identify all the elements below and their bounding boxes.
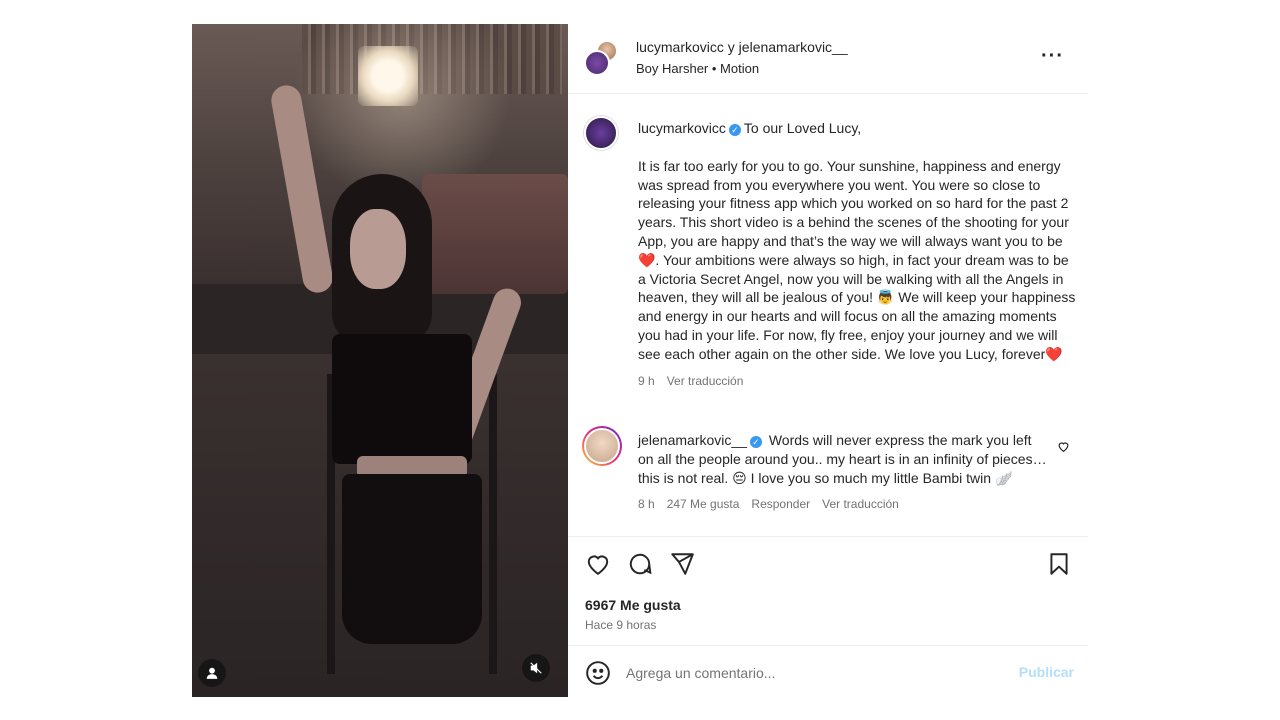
add-comment-bar: Publicar	[568, 645, 1088, 697]
post-authors[interactable]: lucymarkovicc y jelenamarkovic__	[636, 39, 848, 55]
caption-time: 9 h	[638, 373, 655, 388]
comment-button[interactable]	[627, 551, 653, 577]
video-frame	[192, 24, 568, 697]
like-comment-button[interactable]	[1057, 440, 1070, 456]
smiley-icon	[586, 661, 610, 685]
avatar[interactable]	[584, 116, 618, 150]
caption-username[interactable]: lucymarkovicc	[638, 120, 726, 136]
comment-bubble-icon	[629, 553, 652, 575]
speaker-muted-icon	[530, 662, 542, 674]
avatar	[584, 50, 610, 76]
comment-input[interactable]	[626, 661, 1006, 685]
caption-first-line: To our Loved Lucy,	[743, 120, 862, 136]
more-options-button[interactable]: ···	[1041, 46, 1064, 66]
post-actions: 6967 Me gusta Hace 9 horas	[568, 536, 1088, 646]
caption-text: It is far too early for you to go. Your …	[638, 157, 1076, 362]
audio-track[interactable]: Boy Harsher • Motion	[636, 61, 759, 76]
save-button[interactable]	[1046, 551, 1072, 577]
heart-icon	[1058, 442, 1069, 453]
like-button[interactable]	[585, 551, 611, 577]
verified-badge-icon: ✓	[728, 124, 741, 136]
share-button[interactable]	[669, 551, 695, 577]
verified-badge-icon: ✓	[749, 436, 762, 448]
reply-button[interactable]: Responder	[751, 497, 810, 511]
post-header: lucymarkovicc y jelenamarkovic__ Boy Har…	[568, 24, 1088, 94]
bookmark-icon	[1050, 553, 1068, 575]
comment-time: 8 h	[638, 497, 655, 512]
emoji-button[interactable]	[585, 660, 611, 686]
paper-plane-icon	[671, 553, 694, 575]
post-video[interactable]	[192, 24, 568, 697]
see-translation-link[interactable]: Ver traducción	[667, 374, 744, 388]
post-details-panel: lucymarkovicc y jelenamarkovic__ Boy Har…	[568, 24, 1088, 697]
collab-avatars[interactable]	[584, 40, 618, 76]
user-icon	[206, 667, 218, 679]
tagged-users-button[interactable]	[198, 659, 226, 687]
comment-likes[interactable]: 247 Me gusta	[667, 497, 740, 511]
comment-username[interactable]: jelenamarkovic__	[638, 432, 747, 448]
see-translation-link[interactable]: Ver traducción	[822, 497, 899, 511]
mute-button[interactable]	[522, 654, 550, 682]
avatar[interactable]	[582, 426, 622, 466]
posted-time: Hace 9 horas	[585, 618, 657, 632]
publish-button[interactable]: Publicar	[1019, 664, 1074, 680]
more-horizontal-icon: ···	[1041, 45, 1064, 67]
likes-count[interactable]: 6967 Me gusta	[585, 597, 681, 613]
heart-icon	[587, 555, 609, 575]
